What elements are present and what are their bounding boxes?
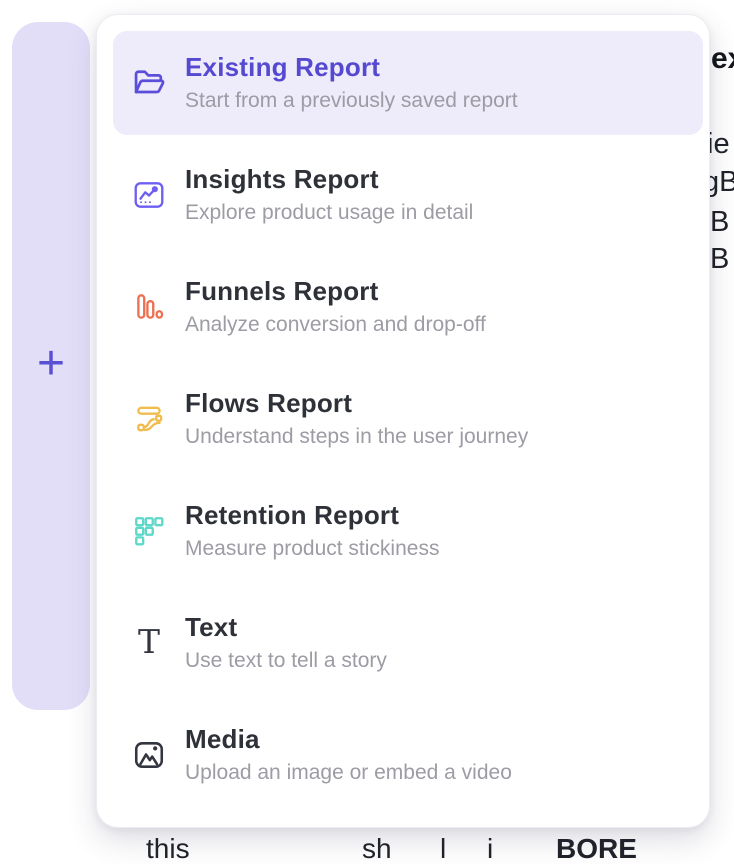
menu-item-label: Insights Report <box>185 166 473 192</box>
funnel-bars-icon <box>113 290 185 324</box>
background-text-fragment: B <box>710 245 729 274</box>
insights-line-chart-icon <box>113 178 185 212</box>
menu-item-description: Use text to tell a story <box>185 650 387 671</box>
menu-item-label: Existing Report <box>185 54 518 80</box>
menu-item-insights-report[interactable]: Insights Report Explore product usage in… <box>113 143 703 247</box>
background-text-fragment: ie <box>707 130 730 159</box>
background-text-fragment: B <box>710 208 729 237</box>
menu-item-description: Upload an image or embed a video <box>185 762 512 783</box>
retention-grid-icon <box>113 514 185 548</box>
menu-item-description: Explore product usage in detail <box>185 202 473 223</box>
add-report-menu: Existing Report Start from a previously … <box>96 14 710 828</box>
text-icon-glyph: T <box>138 625 160 658</box>
menu-item-flows-report[interactable]: Flows Report Understand steps in the use… <box>113 367 703 471</box>
menu-item-description: Start from a previously saved report <box>185 90 518 111</box>
menu-item-funnels-report[interactable]: Funnels Report Analyze conversion and dr… <box>113 255 703 359</box>
menu-item-label: Funnels Report <box>185 278 486 304</box>
menu-item-text[interactable]: T Text Use text to tell a story <box>113 591 703 695</box>
add-item-button[interactable]: + <box>37 340 65 388</box>
background-text-fragment: l <box>440 835 446 863</box>
menu-item-label: Flows Report <box>185 390 528 416</box>
background-text-fragment: this <box>146 835 190 863</box>
menu-item-media[interactable]: Media Upload an image or embed a video <box>113 703 703 807</box>
background-text-fragment: i <box>487 835 493 863</box>
menu-item-retention-report[interactable]: Retention Report Measure product stickin… <box>113 479 703 583</box>
flows-sankey-icon <box>113 402 185 436</box>
menu-item-description: Understand steps in the user journey <box>185 426 528 447</box>
background-text-fragment: ex <box>711 44 734 74</box>
background-text-fragment: sh <box>362 835 392 863</box>
media-image-icon <box>113 738 185 772</box>
folder-open-icon <box>113 65 185 101</box>
menu-item-label: Text <box>185 614 387 640</box>
menu-item-label: Retention Report <box>185 502 439 528</box>
menu-item-description: Measure product stickiness <box>185 538 439 559</box>
background-text-fragment: BORE <box>556 835 637 863</box>
menu-item-description: Analyze conversion and drop-off <box>185 314 486 335</box>
menu-item-existing-report[interactable]: Existing Report Start from a previously … <box>113 31 703 135</box>
menu-item-label: Media <box>185 726 512 752</box>
board-add-rail: + <box>12 22 90 710</box>
text-icon: T <box>113 628 185 658</box>
